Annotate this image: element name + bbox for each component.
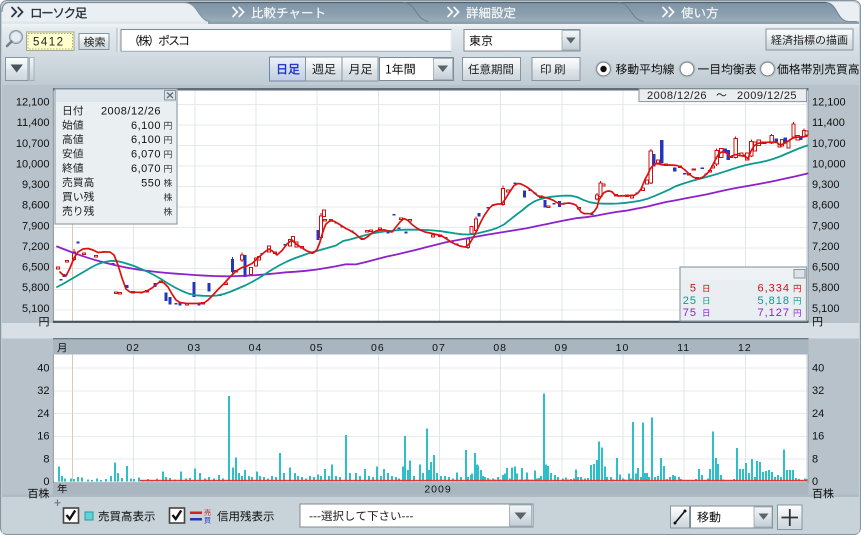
svg-text:10,000: 10,000	[16, 158, 50, 170]
svg-text:06: 06	[371, 342, 385, 354]
svg-text:75: 75	[683, 307, 697, 319]
svg-text:9,300: 9,300	[812, 179, 840, 191]
svg-text:8: 8	[43, 453, 49, 465]
svg-text:03: 03	[187, 342, 201, 354]
svg-text:24: 24	[37, 408, 49, 420]
svg-text:10,700: 10,700	[16, 138, 50, 150]
svg-text:05: 05	[310, 342, 324, 354]
svg-text:9,300: 9,300	[22, 179, 50, 191]
svg-text:7,900: 7,900	[22, 220, 50, 232]
svg-text:10,700: 10,700	[812, 138, 846, 150]
svg-text:6,500: 6,500	[22, 262, 50, 274]
svg-text:5412: 5412	[33, 37, 65, 49]
svg-text:11,400: 11,400	[17, 117, 50, 129]
svg-text:8,600: 8,600	[812, 200, 840, 212]
svg-text:2008/12/26: 2008/12/26	[101, 106, 161, 118]
svg-text:0: 0	[43, 476, 49, 488]
svg-text:24: 24	[812, 408, 824, 420]
svg-text:09: 09	[555, 342, 569, 354]
svg-text:6,334: 6,334	[757, 283, 790, 295]
svg-text:2009: 2009	[424, 484, 451, 496]
svg-text:10,000: 10,000	[812, 158, 846, 170]
svg-text:32: 32	[812, 385, 824, 397]
svg-text:5,800: 5,800	[22, 282, 50, 294]
svg-text:2008/12/26: 2008/12/26	[647, 90, 707, 102]
svg-text:04: 04	[249, 342, 263, 354]
svg-text:7,200: 7,200	[812, 241, 840, 253]
svg-text:40: 40	[812, 362, 824, 374]
svg-text:11: 11	[677, 342, 690, 354]
svg-text:6,070: 6,070	[131, 163, 161, 175]
svg-text:7,127: 7,127	[757, 307, 790, 319]
svg-text:16: 16	[37, 431, 49, 443]
svg-text:6,500: 6,500	[812, 262, 840, 274]
svg-text:40: 40	[37, 362, 49, 374]
svg-text:32: 32	[37, 385, 49, 397]
svg-text:7,900: 7,900	[812, 220, 840, 232]
svg-text:12,100: 12,100	[16, 97, 50, 109]
svg-text:07: 07	[432, 342, 446, 354]
svg-text:5,818: 5,818	[757, 295, 790, 307]
svg-text:6,070: 6,070	[131, 149, 161, 161]
svg-text:02: 02	[126, 342, 140, 354]
svg-text:6,100: 6,100	[131, 120, 161, 132]
svg-text:8,600: 8,600	[22, 200, 50, 212]
svg-text:8: 8	[812, 453, 818, 465]
svg-text:2009/12/25: 2009/12/25	[737, 90, 797, 102]
svg-text:5,100: 5,100	[22, 303, 50, 315]
svg-text:0: 0	[812, 476, 818, 488]
svg-text:11,400: 11,400	[812, 117, 845, 129]
svg-text:550: 550	[141, 177, 161, 189]
svg-text:6,100: 6,100	[131, 134, 161, 146]
svg-text:5: 5	[690, 283, 697, 295]
svg-text:25: 25	[683, 295, 697, 307]
svg-text:16: 16	[812, 431, 824, 443]
svg-text:10: 10	[616, 342, 630, 354]
svg-text:5,100: 5,100	[812, 303, 840, 315]
svg-text:5,800: 5,800	[812, 282, 840, 294]
svg-text:08: 08	[493, 342, 507, 354]
svg-text:7,200: 7,200	[22, 241, 50, 253]
svg-text:12: 12	[738, 342, 752, 354]
svg-text:12,100: 12,100	[812, 97, 846, 109]
